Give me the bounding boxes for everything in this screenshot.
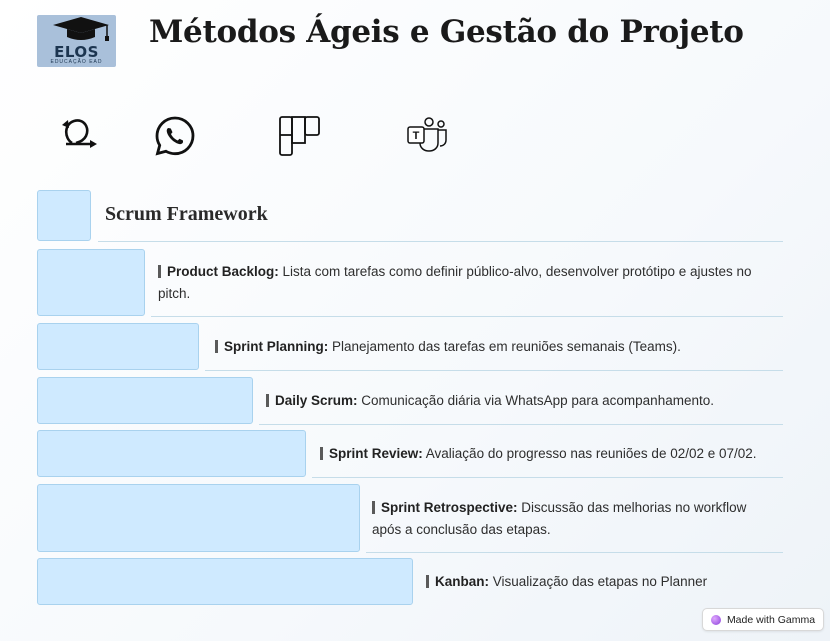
- step-block: [37, 558, 413, 605]
- whatsapp-icon: [155, 116, 195, 156]
- bullet-icon: [320, 447, 323, 460]
- made-with-gamma-badge[interactable]: Made with Gamma: [702, 608, 824, 631]
- badge-label: Made with Gamma: [726, 613, 816, 626]
- item-term: Kanban:: [435, 574, 489, 589]
- bullet-icon: [158, 265, 161, 278]
- item-description: Visualização das etapas no Planner: [489, 574, 708, 589]
- item-term: Product Backlog:: [167, 264, 279, 279]
- item-term: Sprint Review:: [329, 446, 423, 461]
- item-term: Daily Scrum:: [275, 393, 358, 408]
- section-heading: Scrum Framework: [105, 203, 268, 225]
- step-block: [37, 430, 306, 477]
- svg-text:T: T: [413, 130, 420, 142]
- elos-logo: ELOS EDUCAÇÃO EAD: [37, 15, 116, 67]
- list-item: Kanban: Visualização das etapas no Plann…: [426, 571, 781, 593]
- step-block: [37, 323, 199, 370]
- list-item: Sprint Planning: Planejamento das tarefa…: [215, 336, 780, 358]
- graduation-cap-icon: [53, 17, 109, 41]
- step-block: [37, 377, 253, 424]
- item-divider: [205, 370, 783, 371]
- item-term: Sprint Planning:: [224, 339, 329, 354]
- planner-icon: [279, 116, 320, 156]
- teams-icon: T: [407, 117, 447, 152]
- list-item: Daily Scrum: Comunicação diária via What…: [266, 390, 780, 412]
- gamma-logo-icon: [710, 614, 721, 625]
- list-item: Sprint Retrospective: Discussão das melh…: [372, 497, 772, 541]
- item-divider: [259, 424, 783, 425]
- item-description: Avaliação do progresso nas reuniões de 0…: [422, 446, 757, 461]
- page-title: Métodos Ágeis e Gestão do Projeto: [149, 14, 744, 50]
- bullet-icon: [372, 501, 375, 514]
- step-block: [37, 249, 145, 316]
- item-divider: [312, 477, 783, 478]
- item-divider: [366, 552, 783, 553]
- bullet-icon: [426, 575, 429, 588]
- item-divider: [151, 316, 783, 317]
- heading-accent-box: [37, 190, 91, 241]
- list-item: Sprint Review: Avaliação do progresso na…: [320, 443, 790, 465]
- list-item: Product Backlog: Lista com tarefas como …: [158, 261, 778, 305]
- logo-tagline: EDUCAÇÃO EAD: [50, 59, 103, 65]
- agile-loop-icon: [62, 119, 97, 148]
- step-block: [37, 484, 360, 552]
- bullet-icon: [215, 340, 218, 353]
- item-description: Planejamento das tarefas em reuniões sem…: [328, 339, 681, 354]
- item-description: Comunicação diária via WhatsApp para aco…: [357, 393, 714, 408]
- bullet-icon: [266, 394, 269, 407]
- heading-divider: [98, 241, 783, 242]
- item-term: Sprint Retrospective:: [381, 500, 518, 515]
